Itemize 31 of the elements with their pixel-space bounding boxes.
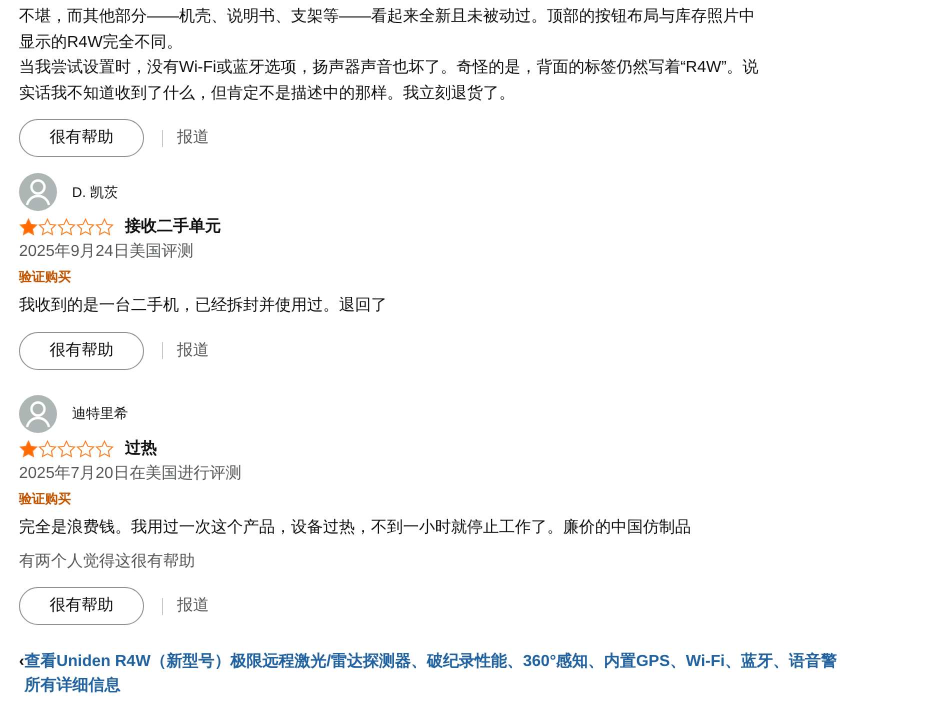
- review-date: 2025年9月24日美国评测: [19, 242, 194, 262]
- verified-purchase-label: 验证购买: [19, 268, 72, 286]
- see-all-details-link[interactable]: 查看Uniden R4W（新型号）极限远程激光/雷达探测器、破纪录性能、360°感知、内置GPS、Wi-Fi、蓝牙、语音警 所有详细信息: [24, 650, 837, 698]
- empty-star-icon: [95, 440, 114, 458]
- review-text: 不堪，而其他部分——机壳、说明书、支架等——看起来全新且未被动过。顶部的按钮布局与库存照片中显示的R4W完全不同。: [19, 6, 756, 52]
- review-text: 完全是浪费钱。我用过一次这个产品，设备过热，不到一小时就停止工作了。廉价的中国仿制品: [19, 518, 692, 538]
- filled-star-icon: [19, 218, 38, 236]
- avatar-icon: [19, 173, 57, 211]
- review-text: 我收到的是一台二手机，已经拆封并使用过。退回了: [19, 296, 388, 316]
- review-title: 过热: [125, 438, 157, 458]
- empty-star-icon: [76, 218, 95, 236]
- review-date: 2025年7月20日在美国进行评测: [19, 464, 242, 484]
- reviewer-name: 迪特里希: [72, 404, 128, 423]
- chevron-icon: ‹: [19, 650, 24, 674]
- helpful-count: 有两个人觉得这很有帮助: [19, 552, 196, 572]
- review-title: 接收二手单元: [125, 216, 221, 237]
- report-link[interactable]: 报道: [177, 126, 209, 150]
- empty-star-icon: [57, 218, 76, 236]
- reviewer-name: D. 凯茨: [72, 182, 118, 202]
- helpful-button[interactable]: 很有帮助: [19, 119, 144, 157]
- verified-purchase-label: 验证购买: [19, 490, 72, 508]
- empty-star-icon: [95, 218, 114, 236]
- review-text: 当我尝试设置时，没有Wi-Fi或蓝牙选项，扬声器声音也坏了。奇怪的是，背面的标签仍然写着“R4W”。说实话我不知道收到了什么，但肯定不是描述中的那样。我立刻退货了。: [19, 58, 760, 104]
- empty-star-icon: [57, 440, 76, 458]
- empty-star-icon: [76, 440, 95, 458]
- filled-star-icon: [19, 440, 38, 458]
- helpful-button[interactable]: 很有帮助: [19, 332, 144, 370]
- report-link[interactable]: 报道: [177, 594, 209, 618]
- avatar-icon: [19, 394, 57, 432]
- helpful-button[interactable]: 很有帮助: [19, 587, 144, 625]
- report-link[interactable]: 报道: [177, 338, 209, 362]
